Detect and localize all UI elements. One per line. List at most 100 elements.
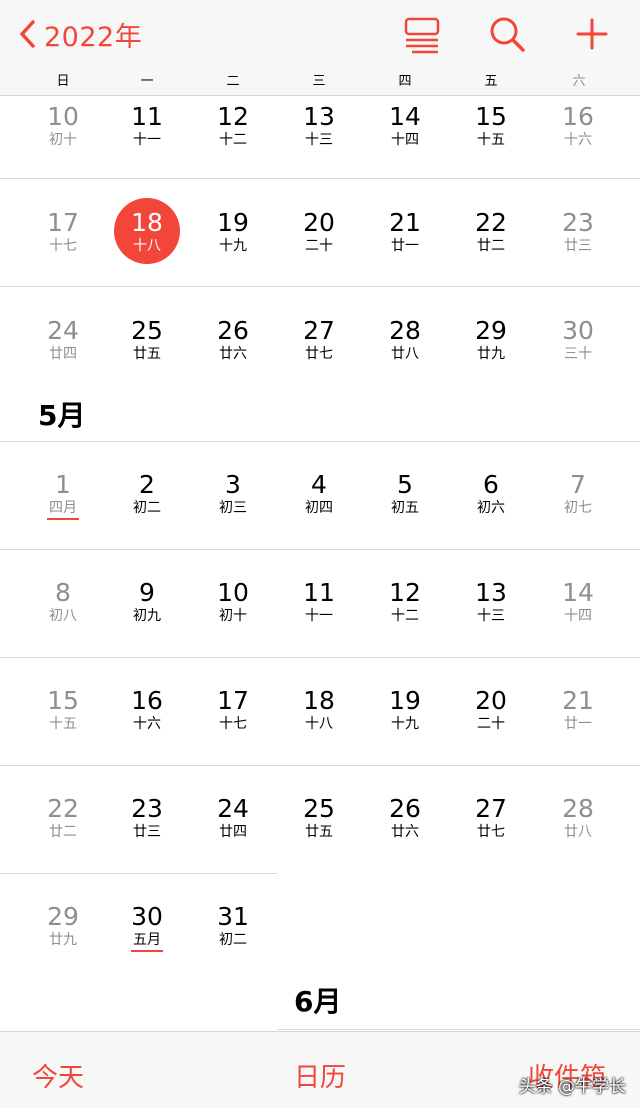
date-number: 25 xyxy=(303,794,335,823)
year-label: 2022年 xyxy=(44,21,143,53)
date-cell[interactable]: 21 廿一 xyxy=(365,208,445,254)
lunar-date: 十四 xyxy=(391,132,419,148)
date-cell[interactable]: 31 初二 xyxy=(193,902,273,948)
date-cell[interactable]: 26 廿六 xyxy=(193,316,273,362)
date-cell[interactable]: 13 十三 xyxy=(279,102,359,148)
lunar-date: 廿三 xyxy=(564,238,592,254)
date-cell[interactable]: 11 十一 xyxy=(279,578,359,624)
calendars-button[interactable]: 日历 xyxy=(294,1057,346,1094)
date-cell[interactable]: 14 十四 xyxy=(365,102,445,148)
date-number: 22 xyxy=(475,208,507,237)
date-cell[interactable]: 15 十五 xyxy=(451,102,531,148)
date-cell[interactable]: 2 初二 xyxy=(107,470,187,516)
date-number: 27 xyxy=(303,316,335,345)
date-cell[interactable]: 20 二十 xyxy=(451,686,531,732)
lunar-date: 十七 xyxy=(219,716,247,732)
date-cell[interactable]: 24 廿四 xyxy=(23,316,103,362)
date-cell[interactable]: 22 廿二 xyxy=(23,794,103,840)
calendar-scroll-area[interactable]: 5月 6月 10 初十 11 十一 12 十二 13 十三 14 十四 15 十五 16 十六 17 十七 18… xyxy=(0,96,640,1030)
date-cell[interactable]: 16 十六 xyxy=(538,102,618,148)
date-cell[interactable]: 28 廿八 xyxy=(365,316,445,362)
date-cell[interactable]: 5 初五 xyxy=(365,470,445,516)
date-cell[interactable]: 23 廿三 xyxy=(107,794,187,840)
may-month-label: 5月 xyxy=(38,399,86,432)
date-cell[interactable]: 30 三十 xyxy=(538,316,618,362)
date-number: 20 xyxy=(303,208,335,237)
date-number: 28 xyxy=(389,316,421,345)
date-cell[interactable]: 24 廿四 xyxy=(193,794,273,840)
date-cell[interactable]: 19 十九 xyxy=(365,686,445,732)
lunar-date: 二十 xyxy=(305,238,333,254)
date-cell[interactable]: 29 廿九 xyxy=(23,902,103,948)
date-cell[interactable]: 17 十七 xyxy=(23,208,103,254)
date-cell[interactable]: 18 十八 xyxy=(279,686,359,732)
date-cell[interactable]: 27 廿七 xyxy=(279,316,359,362)
date-cell[interactable]: 17 十七 xyxy=(193,686,273,732)
add-icon xyxy=(576,18,608,50)
date-number: 19 xyxy=(389,686,421,715)
date-cell[interactable]: 27 廿七 xyxy=(451,794,531,840)
date-number: 30 xyxy=(562,316,594,345)
date-cell[interactable]: 21 廿一 xyxy=(538,686,618,732)
date-cell[interactable]: 10 初十 xyxy=(193,578,273,624)
week-divider xyxy=(277,1029,640,1030)
lunar-date: 廿八 xyxy=(564,824,592,840)
week-divider xyxy=(0,178,640,179)
date-cell[interactable]: 4 初四 xyxy=(279,470,359,516)
date-cell[interactable]: 25 廿五 xyxy=(279,794,359,840)
date-cell[interactable]: 29 廿九 xyxy=(451,316,531,362)
date-cell[interactable]: 12 十二 xyxy=(193,102,273,148)
date-cell[interactable]: 6 初六 xyxy=(451,470,531,516)
today-date-cell[interactable]: 18 十八 xyxy=(107,208,187,254)
date-number: 24 xyxy=(47,316,79,345)
bottom-toolbar: 今天 日历 收件箱 头条 @牛学长 xyxy=(0,1031,640,1108)
date-cell[interactable]: 23 廿三 xyxy=(538,208,618,254)
lunar-date: 十三 xyxy=(477,608,505,624)
date-cell[interactable]: 15 十五 xyxy=(23,686,103,732)
date-number: 11 xyxy=(131,102,163,131)
date-cell[interactable]: 26 廿六 xyxy=(365,794,445,840)
date-cell[interactable]: 11 十一 xyxy=(107,102,187,148)
date-number: 25 xyxy=(131,316,163,345)
june-month-label: 6月 xyxy=(294,985,342,1018)
search-button[interactable] xyxy=(487,14,527,54)
date-cell[interactable]: 13 十三 xyxy=(451,578,531,624)
date-cell[interactable]: 30 五月 xyxy=(107,902,187,952)
weekday-tue: 二 xyxy=(226,74,240,89)
date-number: 16 xyxy=(131,686,163,715)
date-cell[interactable]: 20 二十 xyxy=(279,208,359,254)
date-number: 13 xyxy=(475,578,507,607)
lunar-date: 廿一 xyxy=(564,716,592,732)
date-cell[interactable]: 19 十九 xyxy=(193,208,273,254)
back-to-year-button[interactable]: 2022年 xyxy=(18,14,142,54)
date-cell[interactable]: 22 廿二 xyxy=(451,208,531,254)
lunar-date: 廿五 xyxy=(133,346,161,362)
lunar-date: 初十 xyxy=(219,608,247,624)
date-cell[interactable]: 16 十六 xyxy=(107,686,187,732)
date-cell[interactable]: 8 初八 xyxy=(23,578,103,624)
lunar-date: 廿五 xyxy=(305,824,333,840)
lunar-date: 初二 xyxy=(219,932,247,948)
weekday-wed: 三 xyxy=(312,74,326,89)
date-cell[interactable]: 9 初九 xyxy=(107,578,187,624)
date-cell[interactable]: 10 初十 xyxy=(23,102,103,148)
lunar-date: 十七 xyxy=(49,238,77,254)
date-number: 14 xyxy=(562,578,594,607)
week-divider xyxy=(0,441,640,442)
date-number: 19 xyxy=(217,208,249,237)
date-cell[interactable]: 14 十四 xyxy=(538,578,618,624)
lunar-date: 二十 xyxy=(477,716,505,732)
add-event-button[interactable] xyxy=(572,14,612,54)
date-cell[interactable]: 25 廿五 xyxy=(107,316,187,362)
date-cell[interactable]: 3 初三 xyxy=(193,470,273,516)
date-cell[interactable]: 1 四月 xyxy=(23,470,103,520)
date-cell[interactable]: 28 廿八 xyxy=(538,794,618,840)
list-view-button[interactable] xyxy=(402,14,442,54)
today-button[interactable]: 今天 xyxy=(32,1057,84,1094)
date-cell[interactable]: 12 十二 xyxy=(365,578,445,624)
date-cell[interactable]: 7 初七 xyxy=(538,470,618,516)
weekday-sun: 日 xyxy=(56,74,70,89)
lunar-date: 十四 xyxy=(564,608,592,624)
watermark: 头条 @牛学长 xyxy=(518,1077,626,1097)
weekday-fri: 五 xyxy=(484,74,498,89)
